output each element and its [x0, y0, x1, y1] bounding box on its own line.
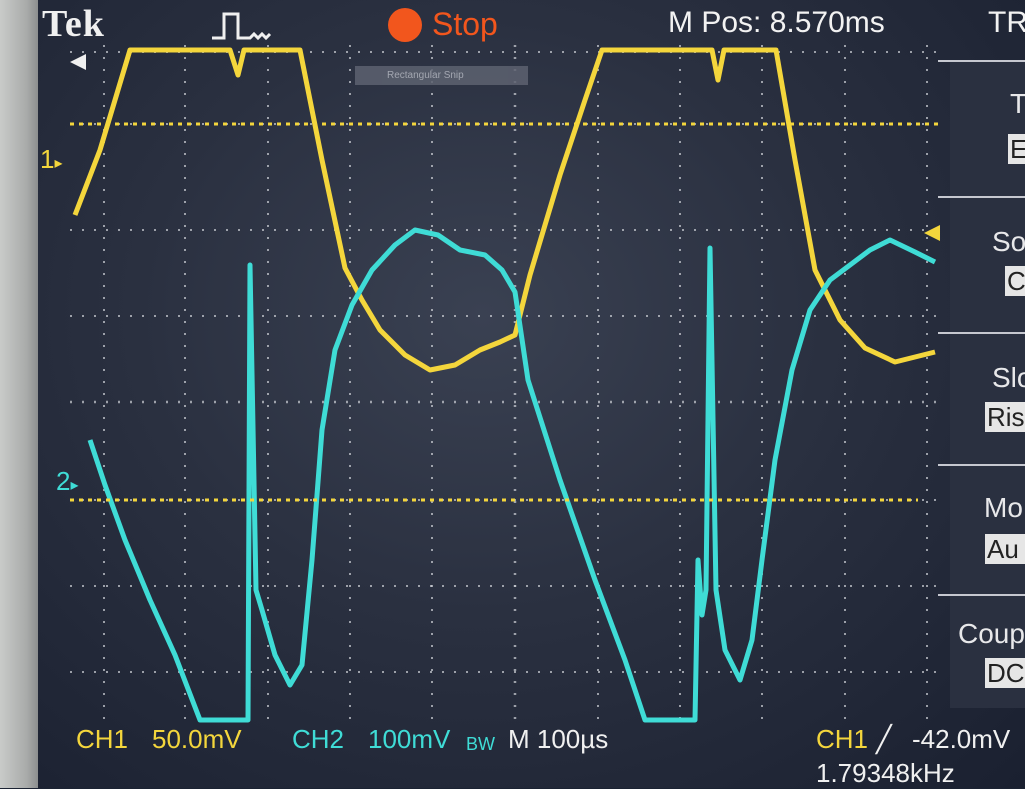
menu-item-type-label: T — [1010, 88, 1025, 119]
menu-divider — [938, 196, 1025, 198]
ch2-marker-arrow-icon: ▸ — [70, 477, 79, 494]
menu-divider — [938, 332, 1025, 334]
frequency-readout: 1.79348kHz — [816, 758, 955, 788]
trigger-source: CH1 — [816, 724, 869, 754]
trigger-level-readout: -42.0mV — [912, 724, 1011, 754]
brand-logo: Tek — [42, 3, 105, 45]
trigger-status-icon — [212, 12, 272, 41]
menu-item-mode-label: Mo — [984, 492, 1023, 523]
ch2-marker-label: 2 — [56, 466, 71, 496]
ch2-bandwidth-limit: BW — [466, 734, 495, 754]
side-menu-title: TR — [988, 6, 1025, 39]
menu-item-slope-label: Slo — [992, 362, 1025, 393]
menu-item-slope-button[interactable]: Ris — [985, 402, 1025, 432]
waveform-display — [70, 45, 942, 723]
rectangular-snip-tooltip: Rectangular Snip — [355, 66, 528, 85]
menu-divider — [938, 464, 1025, 466]
menu-item-coupling-button[interactable]: DC — [985, 658, 1025, 688]
menu-item-source-button[interactable]: C — [1005, 266, 1025, 296]
ch2-scale: 100mV — [368, 724, 451, 754]
ch2-waveform — [87, 227, 937, 723]
acquisition-state: Stop — [432, 6, 498, 42]
menu-item-source-label: So — [992, 226, 1025, 257]
menu-item-mode-button[interactable]: Au — [985, 534, 1025, 564]
menu-divider — [938, 60, 1025, 62]
ch2-ground-marker: 2▸ — [56, 466, 79, 497]
trigger-slope-icon: ╱ — [876, 724, 892, 754]
graticule-grid — [70, 45, 940, 720]
trigger-position-arrow-icon — [70, 54, 86, 70]
menu-divider — [938, 594, 1025, 596]
ch2-label: CH2 — [292, 724, 345, 754]
ch1-scale: 50.0mV — [152, 724, 242, 754]
horizontal-position-readout: M Pos: 8.570ms — [668, 6, 885, 39]
ch1-label: CH1 — [76, 724, 129, 754]
menu-item-coupling-label: Coupl — [958, 618, 1025, 649]
ch1-ground-marker: 1▸ — [40, 144, 63, 175]
timebase-readout: M 100µs — [508, 724, 609, 754]
stop-indicator-icon — [388, 8, 422, 42]
ch1-marker-label: 1 — [40, 144, 55, 174]
menu-item-type-button[interactable]: E — [1008, 134, 1025, 164]
ch1-marker-arrow-icon: ▸ — [54, 155, 63, 172]
